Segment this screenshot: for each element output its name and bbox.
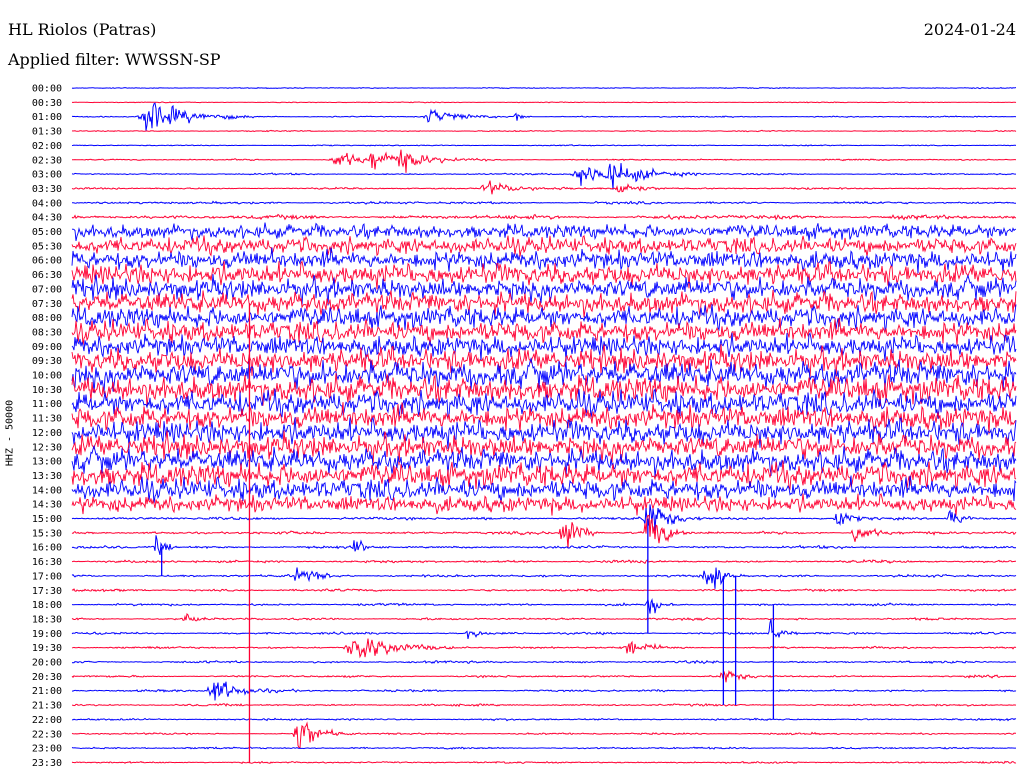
trace-line [71, 200, 1016, 206]
time-label: 15:30 [32, 528, 62, 539]
trace-line [71, 613, 1017, 622]
time-label: 02:00 [32, 141, 62, 152]
trace-line [71, 344, 1017, 380]
time-label: 04:00 [32, 198, 62, 209]
trace-line [71, 597, 1017, 614]
time-label: 22:30 [32, 729, 62, 740]
time-label: 01:00 [32, 112, 62, 123]
trace-line [71, 129, 1017, 133]
time-label: 01:30 [32, 127, 62, 138]
trace-line [71, 659, 1017, 665]
time-label: 10:30 [32, 385, 62, 396]
trace-line [71, 317, 1017, 346]
time-label: 12:00 [32, 428, 62, 439]
time-label: 11:00 [32, 399, 62, 410]
trace-line [71, 638, 1017, 659]
trace-line [71, 144, 1017, 147]
trace-line [71, 746, 1016, 750]
trace-line [71, 760, 1017, 765]
time-label: 17:30 [32, 586, 62, 597]
time-label: 19:00 [32, 629, 62, 640]
time-label: 23:30 [32, 758, 62, 769]
time-label: 09:30 [32, 356, 62, 367]
trace-line [71, 163, 1016, 190]
trace-line [71, 567, 1017, 589]
trace-line [71, 535, 1017, 556]
time-label: 17:00 [32, 571, 62, 582]
trace-line [71, 102, 1017, 131]
time-label: 05:30 [32, 241, 62, 252]
time-label: 03:30 [32, 184, 62, 195]
trace-line [71, 222, 1017, 241]
time-label: 23:00 [32, 744, 62, 755]
time-label: 02:30 [32, 155, 62, 166]
time-label: 14:00 [32, 485, 62, 496]
time-label: 00:30 [32, 98, 62, 109]
trace-line [71, 669, 1017, 683]
time-label: 16:00 [32, 543, 62, 554]
time-label: 00:00 [32, 84, 62, 95]
trace-line [71, 721, 1016, 749]
time-label: 10:00 [32, 371, 62, 382]
time-label: 20:30 [32, 672, 62, 683]
time-label: 08:30 [32, 327, 62, 338]
time-label: 21:30 [32, 701, 62, 712]
time-label: 21:00 [32, 686, 62, 697]
trace-line [71, 235, 1017, 257]
trace-line [71, 619, 1017, 640]
seismogram-plot: 00:00 00:30 01:00 01:30 02:00 02:30 03:00 03:30… [32, 84, 1017, 769]
time-label: 13:00 [32, 457, 62, 468]
time-label: 15:00 [32, 514, 62, 525]
time-label: 13:30 [32, 471, 62, 482]
time-label: 16:30 [32, 557, 62, 568]
trace-line [71, 681, 1017, 701]
trace-line [71, 588, 1017, 593]
time-label: 06:00 [32, 256, 62, 267]
time-label: 06:30 [32, 270, 62, 281]
time-label: 04:30 [32, 213, 62, 224]
trace-line [71, 504, 1017, 531]
time-label: 18:30 [32, 614, 62, 625]
trace-line [71, 101, 1017, 104]
trace-line [71, 213, 1016, 221]
trace-line [71, 86, 1017, 90]
time-label: 18:00 [32, 600, 62, 611]
trace-line [71, 180, 1017, 195]
time-label: 07:30 [32, 299, 62, 310]
trace-line [71, 514, 1017, 549]
time-label: 20:00 [32, 658, 62, 669]
time-label: 11:30 [32, 414, 62, 425]
time-label: 14:30 [32, 500, 62, 511]
trace-line [71, 558, 1016, 565]
time-label: 12:30 [32, 442, 62, 453]
trace-line [71, 416, 1017, 449]
trace-line [71, 703, 1017, 708]
time-label: 09:00 [32, 342, 62, 353]
trace-line [71, 493, 1017, 516]
time-label: 22:00 [32, 715, 62, 726]
time-label: 05:00 [32, 227, 62, 238]
time-label: 08:00 [32, 313, 62, 324]
trace-line [72, 149, 1017, 173]
trace-line [71, 717, 1017, 722]
time-label: 03:00 [32, 170, 62, 181]
time-label: 19:30 [32, 643, 62, 654]
time-label: 07:00 [32, 284, 62, 295]
